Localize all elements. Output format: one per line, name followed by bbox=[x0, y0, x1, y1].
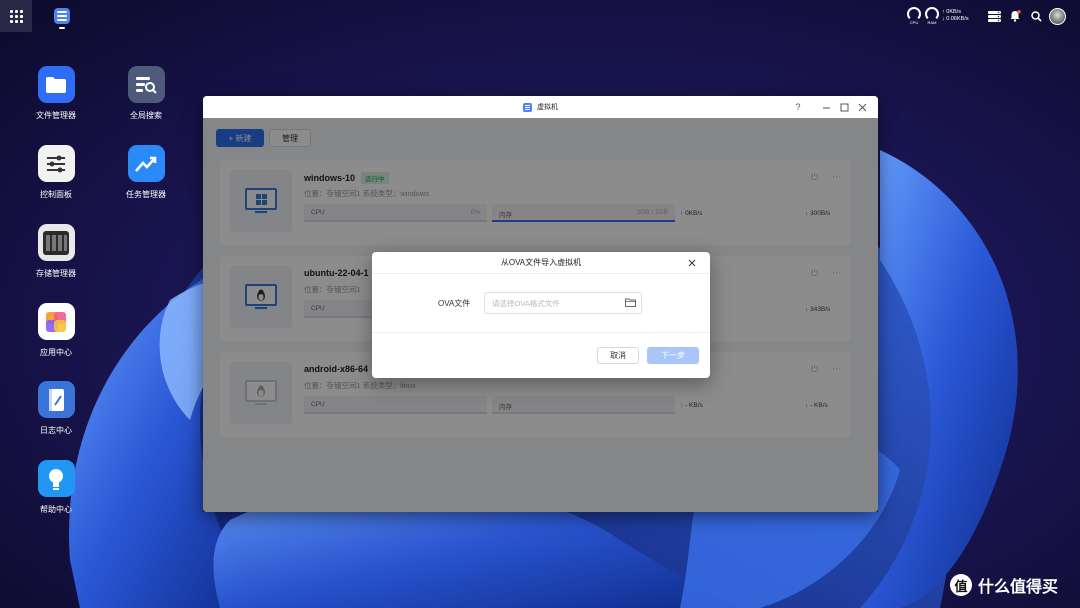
ram-gauge-icon[interactable]: RAM bbox=[924, 0, 940, 32]
window-titlebar[interactable]: 虚拟机 bbox=[203, 96, 878, 118]
maximize-icon[interactable] bbox=[837, 100, 851, 114]
dialog-divider bbox=[372, 332, 710, 333]
network-speed[interactable]: ↑ 0KB/s ↓ 0.06KB/s bbox=[942, 0, 982, 32]
minimize-icon[interactable] bbox=[819, 100, 833, 114]
help-glyph: ? bbox=[795, 102, 801, 112]
folder-icon bbox=[37, 66, 75, 103]
watermark-logo: 值 bbox=[950, 574, 972, 596]
desktop-icon-label: 全局搜索 bbox=[130, 111, 162, 120]
lightbulb-icon bbox=[37, 460, 75, 497]
app-launcher-grid-icon[interactable] bbox=[0, 0, 32, 32]
watermark: 值 什么值得买 bbox=[950, 573, 1058, 597]
ova-import-dialog: 从OVA文件导入虚拟机 OVA文件 取消 下一步 bbox=[372, 252, 710, 378]
desktop-icon-label: 帮助中心 bbox=[40, 505, 72, 514]
dialog-close-icon[interactable] bbox=[686, 257, 698, 269]
ova-file-input[interactable] bbox=[484, 292, 642, 314]
close-icon[interactable] bbox=[855, 100, 869, 114]
cpu-gauge-icon[interactable]: CPU bbox=[906, 0, 922, 32]
ram-gauge-label: RAM bbox=[927, 20, 937, 25]
user-avatar[interactable] bbox=[1048, 0, 1066, 32]
download-speed: ↓ 0.06KB/s bbox=[942, 16, 969, 22]
desktop-icon-app-center[interactable]: 应用中心 bbox=[21, 303, 91, 358]
cancel-button[interactable]: 取消 bbox=[597, 347, 639, 364]
next-step-button[interactable]: 下一步 bbox=[647, 347, 699, 364]
desktop-icon-global-search[interactable]: 全局搜索 bbox=[111, 66, 181, 121]
desktop-icon-help-center[interactable]: 帮助中心 bbox=[21, 460, 91, 515]
desktop-icon-file-manager[interactable]: 文件管理器 bbox=[21, 66, 91, 121]
desktop-icon-label: 存储管理器 bbox=[36, 269, 76, 278]
storage-icon bbox=[37, 224, 75, 261]
ova-file-label: OVA文件 bbox=[438, 299, 471, 308]
notification-bell-icon[interactable] bbox=[1007, 0, 1023, 32]
desktop-icon-label: 应用中心 bbox=[40, 348, 72, 357]
search-icon[interactable] bbox=[1028, 0, 1044, 32]
desktop-icon-label: 控制面板 bbox=[40, 190, 72, 199]
dialog-title: 从OVA文件导入虚拟机 bbox=[372, 252, 710, 274]
desktop-icon-storage-manager[interactable]: 存储管理器 bbox=[21, 224, 91, 279]
taskbar-vm-app-icon[interactable] bbox=[50, 0, 74, 32]
global-search-icon bbox=[127, 66, 165, 103]
cpu-gauge-label: CPU bbox=[909, 20, 919, 25]
desktop-icon-label: 任务管理器 bbox=[126, 190, 166, 199]
app-center-icon bbox=[37, 303, 75, 340]
sliders-icon bbox=[37, 145, 75, 182]
window-title: 虚拟机 bbox=[537, 104, 558, 111]
log-book-icon bbox=[37, 381, 75, 418]
vm-app-icon bbox=[523, 102, 532, 112]
top-taskbar: CPU RAM ↑ 0KB/s ↓ 0.06KB/s bbox=[0, 0, 1080, 32]
folder-browse-icon[interactable] bbox=[625, 298, 636, 307]
desktop-icon-control-panel[interactable]: 控制面板 bbox=[21, 145, 91, 200]
upload-speed: ↑ 0KB/s bbox=[942, 9, 961, 15]
task-chart-icon bbox=[127, 145, 165, 182]
desktop-icon-task-manager[interactable]: 任务管理器 bbox=[111, 145, 181, 200]
watermark-text: 什么值得买 bbox=[978, 579, 1059, 596]
desktop-icon-label: 日志中心 bbox=[40, 426, 72, 435]
desktop-icon-label: 文件管理器 bbox=[36, 111, 76, 120]
server-list-icon[interactable] bbox=[986, 0, 1002, 32]
desktop-icon-log-center[interactable]: 日志中心 bbox=[21, 381, 91, 436]
help-icon[interactable]: ? bbox=[791, 100, 805, 114]
